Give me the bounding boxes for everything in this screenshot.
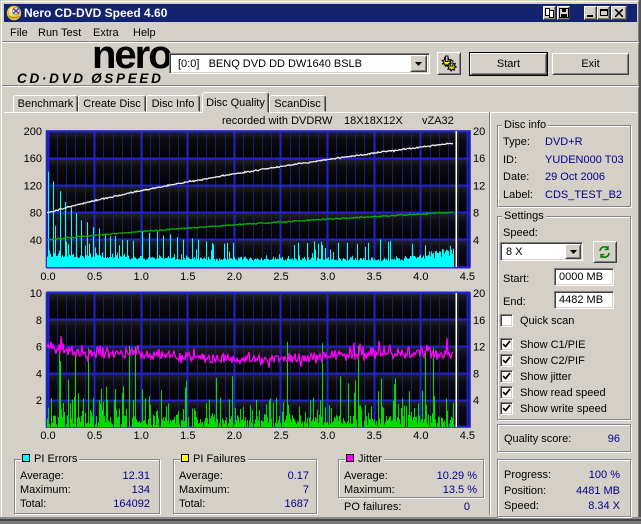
svg-text:3.0: 3.0 xyxy=(320,430,335,442)
svg-text:16: 16 xyxy=(473,315,485,327)
svg-text:200: 200 xyxy=(24,126,42,138)
svg-text:160: 160 xyxy=(24,153,42,165)
svg-text:16: 16 xyxy=(473,153,485,165)
svg-text:3.5: 3.5 xyxy=(367,430,382,442)
svg-text:40: 40 xyxy=(30,235,42,247)
svg-text:4: 4 xyxy=(473,395,479,407)
svg-text:0.5: 0.5 xyxy=(87,430,102,442)
svg-text:12: 12 xyxy=(473,180,485,192)
svg-text:2.5: 2.5 xyxy=(273,271,288,283)
svg-text:6: 6 xyxy=(36,342,42,354)
svg-text:10: 10 xyxy=(30,288,42,300)
svg-text:4: 4 xyxy=(36,368,42,380)
svg-text:3.5: 3.5 xyxy=(367,271,382,283)
svg-text:2.0: 2.0 xyxy=(227,271,242,283)
svg-text:20: 20 xyxy=(473,288,485,300)
svg-text:3.0: 3.0 xyxy=(320,271,335,283)
svg-text:1.0: 1.0 xyxy=(134,430,149,442)
svg-text:4.5: 4.5 xyxy=(460,271,475,283)
svg-text:2.0: 2.0 xyxy=(227,430,242,442)
svg-text:8: 8 xyxy=(36,315,42,327)
svg-text:20: 20 xyxy=(473,126,485,138)
svg-text:4.0: 4.0 xyxy=(413,430,428,442)
svg-text:4.0: 4.0 xyxy=(413,271,428,283)
svg-text:120: 120 xyxy=(24,180,42,192)
svg-text:1.5: 1.5 xyxy=(180,430,195,442)
svg-text:2.5: 2.5 xyxy=(273,430,288,442)
svg-text:4.5: 4.5 xyxy=(460,430,475,442)
svg-text:2: 2 xyxy=(36,395,42,407)
svg-text:8: 8 xyxy=(473,368,479,380)
svg-text:0.5: 0.5 xyxy=(87,271,102,283)
svg-text:8: 8 xyxy=(473,208,479,220)
svg-text:4: 4 xyxy=(473,235,479,247)
svg-text:0.0: 0.0 xyxy=(40,430,55,442)
svg-text:1.0: 1.0 xyxy=(134,271,149,283)
svg-text:0.0: 0.0 xyxy=(40,271,55,283)
svg-text:1.5: 1.5 xyxy=(180,271,195,283)
svg-text:12: 12 xyxy=(473,342,485,354)
svg-text:80: 80 xyxy=(30,208,42,220)
